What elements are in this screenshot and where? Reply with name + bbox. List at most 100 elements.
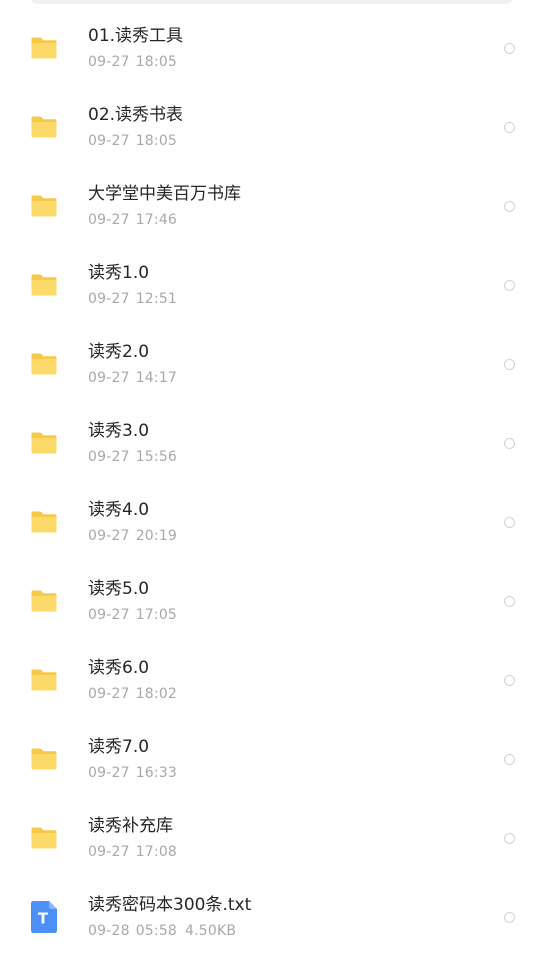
file-date: 09-27 xyxy=(88,685,130,702)
file-list: 01.读秀工具 09-27 18:05 02.读秀书表 09-27 18:05 大学堂中… xyxy=(0,8,544,956)
file-name: 读秀1.0 xyxy=(88,262,150,283)
file-row[interactable]: 读秀补充库 09-27 17:08 xyxy=(0,798,544,877)
file-text-block: 读秀4.0 09-27 20:19 xyxy=(88,499,177,545)
file-row[interactable]: 02.读秀书表 09-27 18:05 xyxy=(0,87,544,166)
folder-icon xyxy=(30,584,58,618)
file-name: 读秀2.0 xyxy=(88,341,150,362)
file-time: 14:17 xyxy=(135,369,178,386)
file-name: 读秀5.0 xyxy=(88,578,150,599)
file-date: 09-27 xyxy=(88,448,130,465)
file-row[interactable]: T 读秀密码本300条.txt 09-28 05:58 4.50KB xyxy=(0,877,544,956)
folder-icon xyxy=(30,742,58,776)
file-size: 4.50KB xyxy=(185,922,237,939)
file-row[interactable]: 读秀4.0 09-27 20:19 xyxy=(0,482,544,561)
select-checkbox[interactable] xyxy=(504,200,515,212)
folder-icon xyxy=(30,189,58,223)
file-name: 读秀3.0 xyxy=(88,420,150,441)
file-meta: 09-27 18:05 xyxy=(88,132,183,150)
select-checkbox[interactable] xyxy=(504,279,515,291)
file-time: 05:58 xyxy=(135,922,178,939)
file-name: 01.读秀工具 xyxy=(88,25,184,46)
select-checkbox[interactable] xyxy=(504,911,515,923)
file-row[interactable]: 读秀3.0 09-27 15:56 xyxy=(0,403,544,482)
file-name: 读秀4.0 xyxy=(88,499,150,520)
file-text-block: 02.读秀书表 09-27 18:05 xyxy=(88,104,183,150)
file-name: 读秀密码本300条.txt xyxy=(88,894,252,915)
file-date: 09-27 xyxy=(88,290,130,307)
file-date: 09-27 xyxy=(88,132,130,149)
file-meta: 09-27 16:33 xyxy=(88,764,177,782)
file-name: 读秀补充库 xyxy=(88,815,173,836)
file-date: 09-27 xyxy=(88,843,130,860)
file-time: 18:05 xyxy=(135,132,178,149)
select-checkbox[interactable] xyxy=(504,516,515,528)
folder-icon xyxy=(30,31,58,65)
file-text-block: 读秀补充库 09-27 17:08 xyxy=(88,815,177,861)
file-browser-screen: 01.读秀工具 09-27 18:05 02.读秀书表 09-27 18:05 大学堂中… xyxy=(0,0,544,960)
file-time: 18:05 xyxy=(135,53,178,70)
file-time: 17:08 xyxy=(135,843,178,860)
file-meta: 09-27 15:56 xyxy=(88,448,177,466)
select-checkbox[interactable] xyxy=(504,832,515,844)
top-edge-divider xyxy=(32,0,512,4)
file-date: 09-27 xyxy=(88,606,130,623)
folder-icon xyxy=(30,268,58,302)
file-name: 02.读秀书表 xyxy=(88,104,184,125)
file-text-block: 大学堂中美百万书库 09-27 17:46 xyxy=(88,183,241,229)
file-text-block: 读秀2.0 09-27 14:17 xyxy=(88,341,177,387)
file-text-block: 读秀1.0 09-27 12:51 xyxy=(88,262,177,308)
select-checkbox[interactable] xyxy=(504,674,515,686)
file-row[interactable]: 01.读秀工具 09-27 18:05 xyxy=(0,8,544,87)
file-meta: 09-27 18:05 xyxy=(88,53,183,71)
file-name: 大学堂中美百万书库 xyxy=(88,183,241,204)
text-file-icon: T xyxy=(30,900,58,934)
file-meta: 09-27 18:02 xyxy=(88,685,177,703)
file-meta: 09-27 14:17 xyxy=(88,369,177,387)
folder-icon xyxy=(30,821,58,855)
select-checkbox[interactable] xyxy=(504,358,515,370)
file-date: 09-28 xyxy=(88,922,130,939)
file-meta: 09-27 17:08 xyxy=(88,843,177,861)
file-date: 09-27 xyxy=(88,527,130,544)
file-text-block: 读秀3.0 09-27 15:56 xyxy=(88,420,177,466)
file-time: 12:51 xyxy=(135,290,178,307)
file-row[interactable]: 读秀2.0 09-27 14:17 xyxy=(0,324,544,403)
file-time: 17:05 xyxy=(135,606,178,623)
file-meta: 09-28 05:58 4.50KB xyxy=(88,922,251,940)
file-meta: 09-27 17:46 xyxy=(88,211,241,229)
folder-icon xyxy=(30,110,58,144)
file-row[interactable]: 读秀7.0 09-27 16:33 xyxy=(0,719,544,798)
file-date: 09-27 xyxy=(88,53,130,70)
file-time: 20:19 xyxy=(135,527,178,544)
select-checkbox[interactable] xyxy=(504,753,515,765)
file-row[interactable]: 读秀5.0 09-27 17:05 xyxy=(0,561,544,640)
file-text-block: 01.读秀工具 09-27 18:05 xyxy=(88,25,183,71)
file-meta: 09-27 20:19 xyxy=(88,527,177,545)
file-meta: 09-27 12:51 xyxy=(88,290,177,308)
file-row[interactable]: 读秀6.0 09-27 18:02 xyxy=(0,640,544,719)
file-time: 17:46 xyxy=(135,211,178,228)
file-text-block: 读秀6.0 09-27 18:02 xyxy=(88,657,177,703)
file-time: 18:02 xyxy=(135,685,178,702)
select-checkbox[interactable] xyxy=(504,437,515,449)
select-checkbox[interactable] xyxy=(504,595,515,607)
file-time: 16:33 xyxy=(135,764,178,781)
select-checkbox[interactable] xyxy=(504,42,515,54)
file-text-block: 读秀5.0 09-27 17:05 xyxy=(88,578,177,624)
file-date: 09-27 xyxy=(88,764,130,781)
select-checkbox[interactable] xyxy=(504,121,515,133)
folder-icon xyxy=(30,505,58,539)
file-name: 读秀6.0 xyxy=(88,657,150,678)
file-name: 读秀7.0 xyxy=(88,736,150,757)
file-text-block: 读秀7.0 09-27 16:33 xyxy=(88,736,177,782)
file-row[interactable]: 读秀1.0 09-27 12:51 xyxy=(0,245,544,324)
file-date: 09-27 xyxy=(88,211,130,228)
file-date: 09-27 xyxy=(88,369,130,386)
file-text-block: 读秀密码本300条.txt 09-28 05:58 4.50KB xyxy=(88,894,251,940)
folder-icon xyxy=(30,663,58,697)
file-time: 15:56 xyxy=(135,448,178,465)
file-row[interactable]: 大学堂中美百万书库 09-27 17:46 xyxy=(0,166,544,245)
folder-icon xyxy=(30,347,58,381)
folder-icon xyxy=(30,426,58,460)
file-meta: 09-27 17:05 xyxy=(88,606,177,624)
